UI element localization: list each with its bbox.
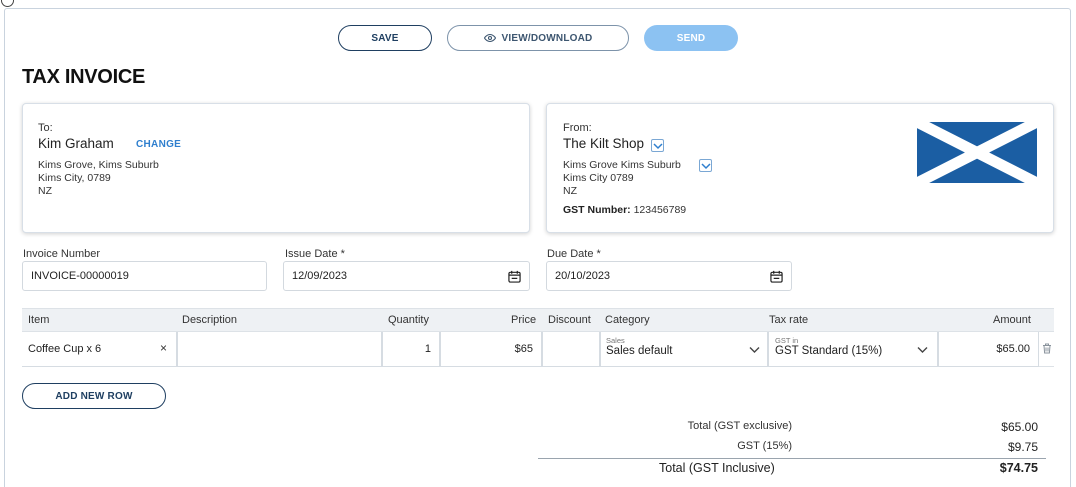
col-header-category: Category — [605, 314, 650, 326]
to-label: To: — [38, 122, 53, 134]
total-exclusive-value: $65.00 — [1001, 420, 1038, 434]
category-value: Sales default — [606, 345, 673, 357]
from-address-line: Kims Grove Kims Suburb — [563, 159, 681, 171]
to-card: To: Kim Graham CHANGE Kims Grove, Kims S… — [22, 103, 530, 233]
discount-cell[interactable] — [542, 332, 600, 367]
save-button[interactable]: SAVE — [338, 25, 432, 51]
to-address-line: Kims Grove, Kims Suburb — [38, 159, 159, 171]
col-header-item: Item — [28, 314, 50, 326]
amount-cell: $65.00 — [938, 332, 1039, 367]
col-header-discount: Discount — [548, 314, 591, 326]
eye-icon — [483, 33, 496, 43]
due-date-value: 20/10/2023 — [555, 270, 611, 282]
corner-circle-icon — [1, 0, 14, 7]
gst-number: GST Number: 123456789 — [563, 204, 686, 216]
gst-number-value: 123456789 — [633, 204, 687, 216]
tax-rate-hint: GST in — [775, 336, 799, 345]
col-header-tax-rate: Tax rate — [769, 314, 809, 326]
col-header-price: Price — [511, 314, 537, 326]
tax-rate-value: GST Standard (15%) — [775, 345, 883, 357]
invoice-number-value: INVOICE-00000019 — [31, 270, 129, 282]
page-title: TAX INVOICE — [22, 66, 146, 88]
from-address: Kims Grove Kims Suburb Kims City 0789 NZ — [563, 159, 681, 198]
category-select[interactable]: Sales Sales default — [600, 332, 768, 367]
line-items-header: Item Description Quantity Price Discount… — [22, 308, 1054, 332]
calendar-icon[interactable] — [770, 270, 783, 283]
from-name: The Kilt Shop — [563, 136, 645, 151]
invoice-number-label: Invoice Number — [23, 248, 101, 260]
gst-number-label: GST Number: — [563, 204, 631, 216]
quantity-cell[interactable]: 1 — [382, 332, 440, 367]
invoice-panel — [4, 8, 1071, 487]
from-address-line: Kims City 0789 — [563, 172, 634, 184]
price-cell[interactable]: $65 — [440, 332, 542, 367]
totals-divider — [538, 458, 1046, 459]
issue-date-value: 12/09/2023 — [292, 270, 348, 282]
description-cell[interactable] — [177, 332, 382, 367]
scotland-flag-logo — [917, 122, 1037, 183]
gst-label: GST (15%) — [737, 440, 792, 452]
trash-icon[interactable] — [1042, 343, 1052, 354]
from-name-dropdown[interactable] — [651, 139, 664, 152]
chevron-down-icon — [701, 163, 711, 170]
item-cell[interactable]: Coffee Cup x 6 × — [22, 332, 177, 367]
from-address-dropdown[interactable] — [699, 159, 712, 172]
col-header-quantity: Quantity — [388, 314, 429, 326]
chevron-down-icon — [917, 347, 928, 353]
issue-date-label: Issue Date * — [285, 248, 345, 260]
calendar-icon[interactable] — [508, 270, 521, 283]
chevron-down-icon — [653, 143, 663, 150]
item-value: Coffee Cup x 6 — [28, 343, 102, 355]
price-value: $65 — [514, 343, 533, 355]
to-address-line: Kims City, 0789 — [38, 172, 111, 184]
invoice-number-input[interactable]: INVOICE-00000019 — [22, 261, 267, 291]
send-button[interactable]: SEND — [644, 25, 738, 51]
total-inclusive-value: $74.75 — [999, 461, 1038, 475]
category-hint: Sales — [606, 336, 625, 345]
gst-value: $9.75 — [1007, 440, 1038, 454]
amount-value: $65.00 — [996, 343, 1030, 355]
table-row: Coffee Cup x 6 × 1 $65 Sales Sales defau… — [22, 332, 1054, 367]
col-header-description: Description — [182, 314, 238, 326]
change-link[interactable]: CHANGE — [136, 139, 181, 150]
issue-date-input[interactable]: 12/09/2023 — [283, 261, 530, 291]
view-download-button[interactable]: VIEW/DOWNLOAD — [447, 25, 629, 51]
from-address-line: NZ — [563, 185, 577, 197]
total-inclusive-label: Total (GST Inclusive) — [659, 461, 775, 475]
from-label: From: — [563, 122, 592, 134]
chevron-down-icon — [749, 347, 760, 353]
total-exclusive-label: Total (GST exclusive) — [687, 420, 792, 432]
col-header-amount: Amount — [993, 314, 1031, 326]
due-date-input[interactable]: 20/10/2023 — [546, 261, 792, 291]
clear-item-icon[interactable]: × — [160, 341, 167, 355]
to-name: Kim Graham — [38, 136, 114, 151]
due-date-label: Due Date * — [547, 248, 601, 260]
quantity-value: 1 — [424, 343, 431, 355]
to-address-line: NZ — [38, 185, 52, 197]
add-new-row-button[interactable]: ADD NEW ROW — [22, 383, 166, 409]
view-download-label: VIEW/DOWNLOAD — [501, 32, 593, 44]
to-address: Kims Grove, Kims Suburb Kims City, 0789 … — [38, 159, 159, 198]
tax-rate-select[interactable]: GST in GST Standard (15%) — [768, 332, 938, 367]
